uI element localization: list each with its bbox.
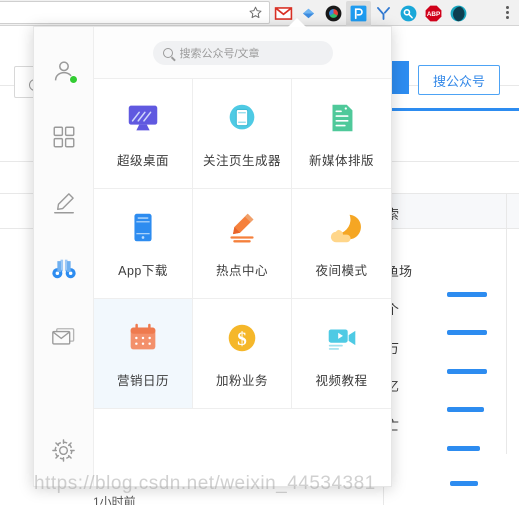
search-input[interactable]: 搜索公众号/文章 bbox=[152, 40, 333, 65]
stat-row-bar bbox=[447, 407, 484, 412]
tile-label: 热点中心 bbox=[215, 264, 268, 278]
svg-text:ABP: ABP bbox=[427, 10, 440, 17]
extension-popup-panel: 搜索公众号/文章 超级桌面 关注页生成器 新媒体排版 App下载 热点中心 夜间… bbox=[33, 26, 392, 487]
sidebar-item-edit[interactable] bbox=[42, 181, 86, 225]
bookmark-star-icon[interactable] bbox=[248, 5, 263, 20]
grid-icon bbox=[53, 126, 74, 148]
pen-write-icon bbox=[222, 208, 262, 248]
tile-video-tutorial[interactable]: 视频教程 bbox=[292, 299, 391, 409]
moon-cloud-icon bbox=[322, 208, 362, 248]
tile-new-media-layout[interactable]: 新媒体排版 bbox=[292, 79, 391, 189]
watermark-text: https://blog.csdn.net/weixin_44534381 bbox=[34, 473, 376, 494]
binoculars-icon bbox=[51, 259, 76, 279]
camera360-extension-icon[interactable] bbox=[324, 4, 343, 23]
tile-label: 营销日历 bbox=[116, 374, 169, 388]
nightmode-extension-icon[interactable] bbox=[449, 4, 468, 23]
yandex-extension-icon[interactable] bbox=[374, 4, 393, 23]
xiguapro-extension-icon[interactable] bbox=[346, 0, 371, 27]
card-circle-icon bbox=[222, 98, 262, 138]
envelope-icon bbox=[52, 327, 75, 345]
sidebar-item-discover[interactable] bbox=[42, 247, 86, 291]
sidebar-item-account[interactable] bbox=[42, 49, 86, 93]
popup-header: 搜索公众号/文章 bbox=[94, 27, 391, 79]
tile-follower-service[interactable]: $ 加粉业务 bbox=[193, 299, 292, 409]
page-accent-rule bbox=[383, 108, 519, 111]
online-status-dot bbox=[68, 75, 78, 84]
tile-super-desktop[interactable]: 超级桌面 bbox=[94, 79, 193, 189]
browser-menu-icon[interactable] bbox=[499, 3, 515, 22]
search-input-placeholder: 搜索公众号/文章 bbox=[179, 47, 260, 60]
tile-marketing-calendar[interactable]: 营销日历 bbox=[94, 299, 193, 409]
gear-icon bbox=[52, 438, 75, 462]
tile-label: 夜间模式 bbox=[315, 264, 368, 278]
feature-tile-grid: 超级桌面 关注页生成器 新媒体排版 App下载 热点中心 夜间模式 营销日历 $… bbox=[94, 79, 391, 486]
address-bar[interactable] bbox=[0, 1, 270, 24]
table-header-band bbox=[383, 194, 519, 228]
tile-follow-page-generator[interactable]: 关注页生成器 bbox=[193, 79, 292, 189]
popup-main: 搜索公众号/文章 超级桌面 关注页生成器 新媒体排版 App下载 热点中心 夜间… bbox=[94, 27, 391, 486]
adblockplus-extension-icon[interactable]: ABP bbox=[424, 4, 443, 23]
tile-hotspot-center[interactable]: 热点中心 bbox=[193, 189, 292, 299]
tile-app-download[interactable]: App下载 bbox=[94, 189, 193, 299]
tile-label: 新媒体排版 bbox=[308, 154, 374, 168]
page-divider bbox=[506, 194, 507, 454]
calendar-icon bbox=[123, 318, 163, 358]
phone-icon bbox=[123, 208, 163, 248]
sidebar-item-apps[interactable] bbox=[42, 115, 86, 159]
pencil-icon bbox=[53, 193, 74, 214]
tile-label: 视频教程 bbox=[315, 374, 368, 388]
tile-label: 超级桌面 bbox=[116, 154, 169, 168]
monitor-icon bbox=[123, 98, 163, 138]
sidebar-item-settings[interactable] bbox=[42, 428, 86, 472]
svg-text:$: $ bbox=[237, 329, 247, 350]
stat-row-bar bbox=[447, 292, 487, 297]
popup-sidebar bbox=[34, 27, 94, 486]
tile-label: 加粉业务 bbox=[215, 374, 268, 388]
stat-row-bar bbox=[447, 446, 480, 451]
video-camera-icon bbox=[322, 318, 362, 358]
search-official-account-button[interactable]: 搜公众号 bbox=[418, 65, 500, 95]
document-icon bbox=[322, 98, 362, 138]
keypass-extension-icon[interactable] bbox=[399, 4, 418, 23]
tile-label: App下载 bbox=[118, 264, 168, 278]
stat-row-bar bbox=[447, 369, 487, 374]
sidebar-item-messages[interactable] bbox=[42, 313, 86, 357]
screenshot-root: ABP 搜公众号 索 鱼场 个 万 亿 亡 1小时前 搜索公众号/文章 超级桌面… bbox=[0, 0, 519, 505]
tile-night-mode[interactable]: 夜间模式 bbox=[292, 189, 391, 299]
tile-label: 关注页生成器 bbox=[202, 154, 281, 168]
browser-toolbar: ABP bbox=[0, 0, 519, 27]
popup-arrow bbox=[288, 18, 306, 27]
stat-row-bar bbox=[447, 330, 487, 335]
dollar-circle-icon: $ bbox=[222, 318, 262, 358]
search-icon bbox=[162, 47, 173, 58]
